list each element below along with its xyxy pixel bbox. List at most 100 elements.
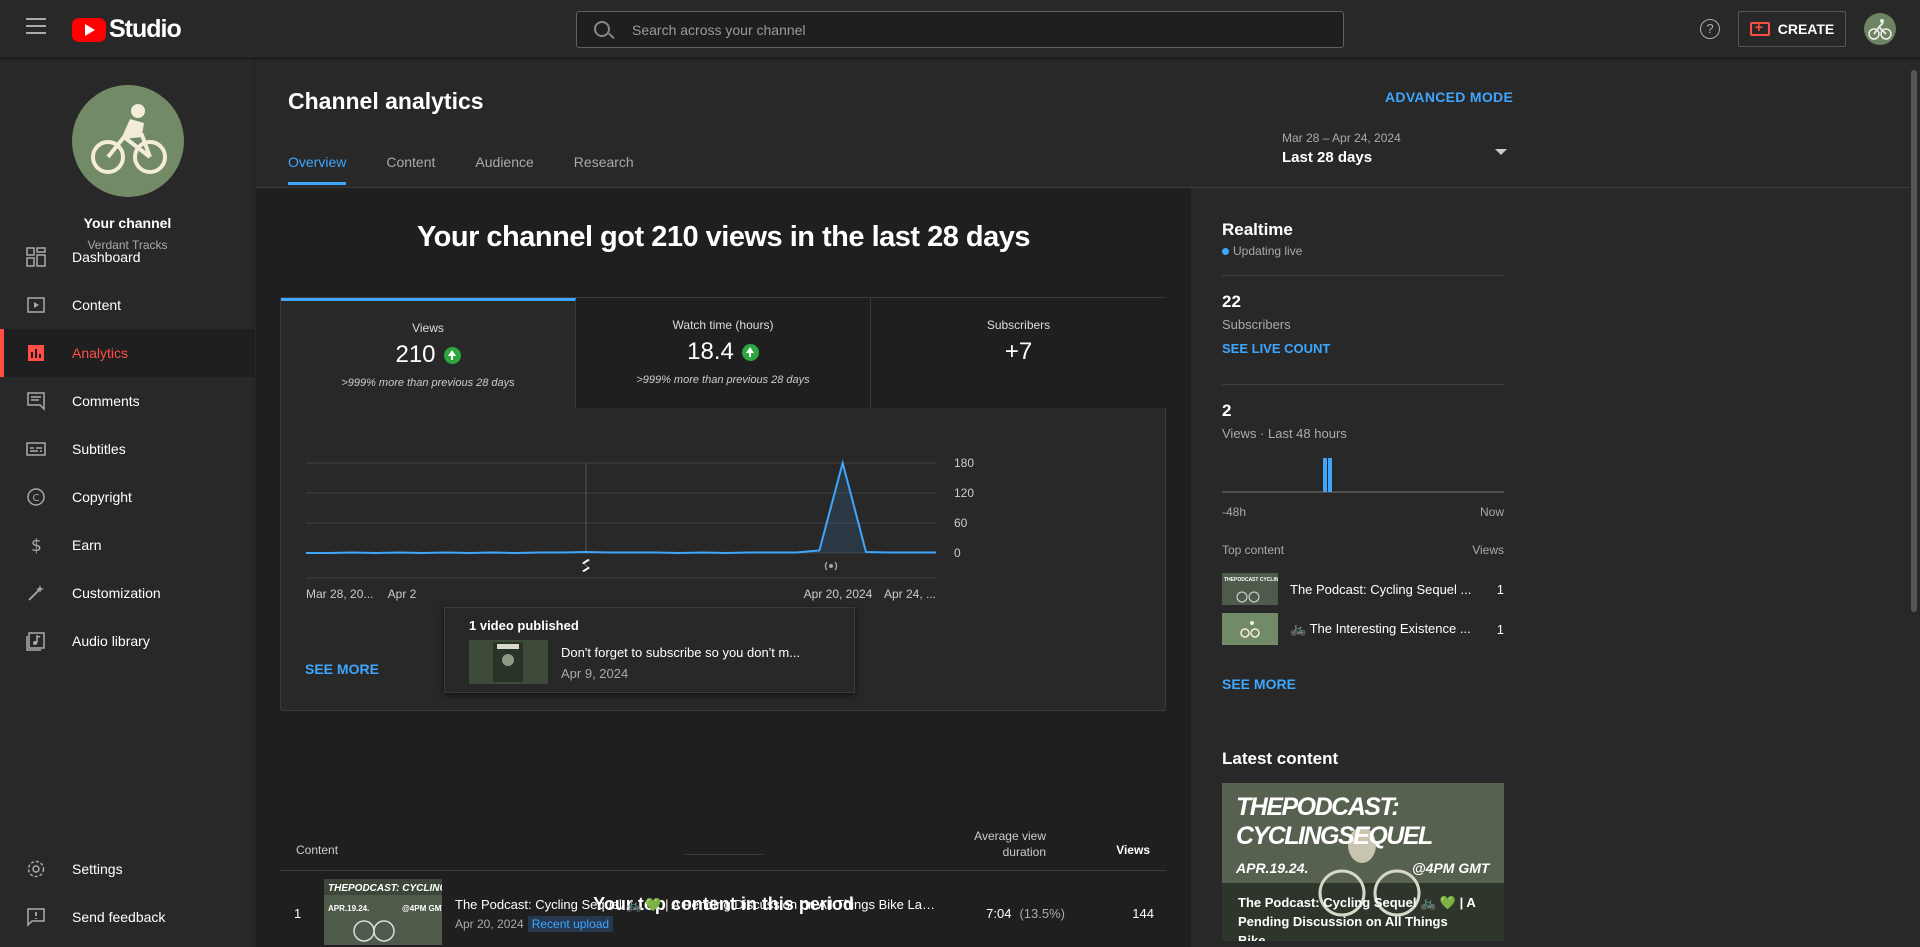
section-divider (684, 854, 764, 855)
cyclist-icon (91, 104, 167, 174)
divider (1222, 384, 1504, 385)
realtime-views-label: Views · Last 48 hours (1222, 426, 1347, 441)
sidebar-item-label: Analytics (72, 345, 129, 361)
realtime-bar-chart[interactable] (1222, 455, 1504, 495)
help-icon[interactable]: ? (1700, 19, 1720, 39)
realtime-subscribers-label: Subscribers (1222, 317, 1291, 332)
metric-label: Watch time (hours) (672, 318, 774, 332)
metric-value: 210 (395, 341, 436, 368)
realtime-subscribers-value: 22 (1222, 292, 1241, 311)
sidebar-item-label: Customization (72, 585, 161, 601)
realtime-axis-right: Now (1479, 505, 1504, 519)
svg-text:$: $ (31, 536, 42, 555)
x-tick-label: Apr 24, ... (884, 587, 936, 601)
tooltip-video-date: Apr 9, 2024 (561, 666, 629, 681)
list-item[interactable]: 🚲 The Interesting Existence ... 1 (1222, 613, 1504, 645)
list-item-title: 🚲 The Interesting Existence ... (1290, 621, 1471, 636)
sidebar-item-copyright[interactable]: C Copyright (0, 473, 255, 521)
tab-research[interactable]: Research (574, 154, 634, 185)
realtime-card: Realtime Updating live 22 Subscribers SE… (1206, 204, 1520, 716)
account-avatar[interactable] (1864, 13, 1896, 45)
tooltip-heading: 1 video published (469, 618, 579, 633)
chart-tooltip: 1 video published Don't forget to subscr… (444, 607, 855, 693)
sidebar-item-dashboard[interactable]: Dashboard (0, 233, 255, 281)
sidebar-item-audio-library[interactable]: Audio library (0, 617, 255, 665)
sidebar-item-customization[interactable]: Customization (0, 569, 255, 617)
tab-audience[interactable]: Audience (475, 154, 533, 185)
realtime-see-more-button[interactable]: SEE MORE (1222, 676, 1296, 692)
date-range-picker[interactable]: Mar 28 – Apr 24, 2024 Last 28 days (1282, 131, 1512, 166)
main-content: Channel analytics ADVANCED MODE Overview… (256, 58, 1910, 947)
top-bar: Studio ? CREATE (0, 0, 1920, 58)
create-label: CREATE (1777, 21, 1835, 37)
views-column-label: Views (1472, 543, 1504, 557)
svg-text:@4PM GMT: @4PM GMT (402, 904, 442, 913)
metric-views[interactable]: Views 210 >999% more than previous 28 da… (281, 298, 576, 408)
y-tick-label: 180 (954, 456, 974, 470)
subtitles-icon (26, 439, 46, 459)
series-area (306, 463, 936, 553)
analytics-tabs: Overview Content Audience Research (288, 154, 674, 185)
sidebar-item-label: Audio library (72, 633, 150, 649)
cyclist-icon (1868, 19, 1892, 40)
sidebar-item-label: Content (72, 297, 122, 313)
latest-video-thumbnail[interactable]: THEPODCAST: CYCLINGSEQUEL APR.19.24. @4P… (1222, 783, 1504, 941)
shorts-icon (582, 559, 590, 572)
tab-overview[interactable]: Overview (288, 154, 347, 185)
svg-text:THEPODCAST: CYCLINGSEQUEL: THEPODCAST: CYCLINGSEQUEL (328, 883, 442, 894)
realtime-bar (1328, 458, 1332, 492)
divider (1222, 275, 1504, 276)
thumb-title-text: THEPODCAST: CYCLINGSEQUEL (1236, 793, 1433, 850)
sidebar-item-earn[interactable]: $ Earn (0, 521, 255, 569)
analytics-icon (26, 343, 46, 363)
table-row[interactable]: 1 THEPODCAST: CYCLINGSEQUEL APR.19.24. @4P… (280, 870, 1166, 947)
overview-headline: Your channel got 210 views in the last 2… (416, 221, 1031, 253)
sidebar-item-send-feedback[interactable]: Send feedback (0, 893, 255, 941)
sidebar-item-settings[interactable]: Settings (0, 845, 255, 893)
studio-logo[interactable]: Studio (72, 15, 182, 44)
live-dot-icon (1222, 247, 1229, 255)
dashboard-icon (26, 247, 46, 267)
video-thumbnail[interactable] (469, 640, 548, 684)
svg-text:C: C (33, 493, 40, 504)
row-views: 144 (1132, 906, 1154, 921)
metric-subscribers[interactable]: Subscribers +7 (871, 298, 1166, 408)
row-rank: 1 (294, 906, 302, 921)
sidebar-item-analytics[interactable]: Analytics (0, 329, 255, 377)
advanced-mode-link[interactable]: ADVANCED MODE (1385, 89, 1513, 105)
video-thumbnail (1222, 613, 1278, 645)
channel-avatar[interactable] (72, 85, 184, 197)
date-preset-text: Last 28 days (1282, 149, 1373, 166)
logo-text: Studio (109, 15, 182, 43)
recent-upload-badge: Recent upload (527, 916, 614, 932)
views-line-chart[interactable]: 180 120 60 0 Mar 28, 20... Apr 2 Apr 20, 2024 A… (281, 408, 1167, 608)
menu-icon[interactable] (26, 18, 46, 34)
see-more-button[interactable]: SEE MORE (305, 661, 379, 677)
page-scrollbar[interactable] (1911, 70, 1917, 612)
list-item[interactable]: THEPODCAST CYCLINGSEQUEL The Podcast: Cy… (1222, 573, 1504, 605)
row-video-title[interactable]: The Podcast: Cycling Sequel 🚲 💚 | A Pend… (455, 897, 935, 913)
video-thumbnail[interactable]: THEPODCAST: CYCLINGSEQUEL APR.19.24. @4PM … (324, 879, 442, 945)
content-icon (26, 295, 46, 315)
thumb-date-text: APR.19.24. (1236, 860, 1309, 876)
tooltip-video-title[interactable]: Don't forget to subscribe so you don't m… (561, 645, 800, 660)
search-input[interactable] (632, 12, 1332, 47)
see-live-count-button[interactable]: SEE LIVE COUNT (1222, 341, 1330, 356)
tab-content[interactable]: Content (386, 154, 435, 185)
channel-name: Your channel (83, 215, 172, 231)
latest-video-caption: The Podcast: Cycling Sequel 🚲 💚 | A Pend… (1238, 895, 1476, 941)
row-avd: 7:04 (986, 906, 1012, 921)
y-tick-label: 0 (954, 546, 961, 560)
sidebar-item-content[interactable]: Content (0, 281, 255, 329)
sidebar-item-comments[interactable]: Comments (0, 377, 255, 425)
live-icon (824, 561, 838, 571)
video-thumbnail: THEPODCAST CYCLINGSEQUEL (1222, 573, 1278, 605)
trend-up-icon (443, 346, 461, 364)
sidebar-item-label: Earn (72, 537, 102, 553)
create-button[interactable]: CREATE (1738, 11, 1846, 47)
metric-watch-time[interactable]: Watch time (hours) 18.4 >999% more than … (576, 298, 871, 408)
sidebar-item-subtitles[interactable]: Subtitles (0, 425, 255, 473)
metric-value: +7 (1004, 338, 1033, 365)
search-box[interactable] (576, 11, 1344, 48)
audio-library-icon (26, 631, 46, 651)
